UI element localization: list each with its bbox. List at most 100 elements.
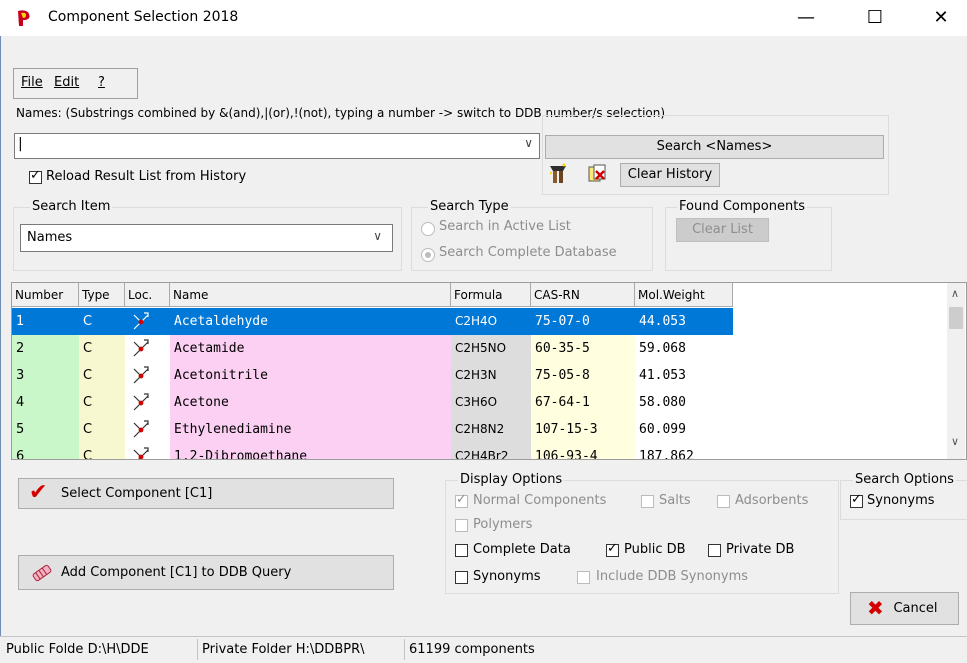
clear-list-button[interactable]: Clear List [676, 218, 769, 242]
magic-wand-icon[interactable] [547, 163, 569, 185]
table-cell-number[interactable]: 1 [12, 308, 79, 335]
private-db-label: Private DB [726, 542, 795, 557]
table-cell-type[interactable]: C [79, 362, 125, 389]
column-header-formula[interactable]: Formula [451, 283, 531, 307]
menu-file[interactable]: File [21, 75, 43, 90]
chevron-down-icon[interactable]: ∨ [524, 136, 533, 150]
table-cell-type[interactable]: C [79, 389, 125, 416]
table-row[interactable]: 1 C Acetaldehyde C2H4O 75-07-0 44.053 [12, 308, 733, 335]
menu-help[interactable]: ? [98, 75, 105, 90]
table-cell-name[interactable]: Acetaldehyde [170, 308, 451, 335]
table-cell-cas[interactable]: 75-05-8 [531, 362, 635, 389]
complete-data-checkbox[interactable] [455, 544, 468, 557]
status-public-folder: Public Folde D:\H\DDE [6, 642, 149, 657]
display-synonyms-checkbox[interactable] [455, 571, 468, 584]
public-db-label: Public DB [624, 542, 686, 557]
public-db-checkbox[interactable]: ✓ [606, 541, 619, 557]
table-cell-formula[interactable]: C2H4Br2 [451, 443, 531, 459]
select-component-button[interactable]: ✔ Select Component [C1] [18, 478, 394, 509]
table-cell-number[interactable]: 4 [12, 389, 79, 416]
clear-history-icon[interactable] [586, 163, 608, 185]
close-button[interactable]: ✕ [918, 0, 964, 36]
table-cell-name[interactable]: 1,2-Dibromoethane [170, 443, 451, 459]
table-cell-mw[interactable]: 44.053 [635, 308, 733, 335]
chevron-up-icon[interactable]: ∧ [951, 287, 959, 300]
table-cell-number[interactable]: 5 [12, 416, 79, 443]
table-cell-name[interactable]: Acetone [170, 389, 451, 416]
search-synonyms-checkbox[interactable]: ✓ [850, 493, 863, 508]
table-cell-cas[interactable]: 67-64-1 [531, 389, 635, 416]
search-item-value: Names [27, 230, 73, 245]
found-components-label: Found Components [677, 199, 808, 214]
reload-history-checkbox[interactable]: ✓ [29, 169, 42, 184]
table-cell-mw[interactable]: 187.862 [635, 443, 733, 459]
table-row[interactable]: 5 C Ethylenediamine C2H8N2 107-15-3 60.099 [12, 416, 733, 443]
column-header-loc[interactable]: Loc. [125, 283, 170, 307]
polymers-checkbox[interactable] [455, 519, 468, 532]
cancel-label: Cancel [893, 601, 938, 616]
radio-search-complete-db[interactable] [421, 248, 435, 262]
search-item-select[interactable]: Names ∨ [20, 224, 393, 252]
table-cell-formula[interactable]: C2H4O [451, 308, 531, 335]
chevron-down-icon[interactable]: ∨ [373, 229, 382, 243]
table-cell-formula[interactable]: C2H5NO [451, 335, 531, 362]
table-cell-formula[interactable]: C3H6O [451, 389, 531, 416]
table-cell-mw[interactable]: 58.080 [635, 389, 733, 416]
private-db-checkbox[interactable] [708, 544, 721, 557]
table-row[interactable]: 3 C Acetonitrile C2H3N 75-05-8 41.053 [12, 362, 733, 389]
vertical-scrollbar[interactable]: ∧ ∨ [947, 283, 965, 459]
adsorbents-checkbox[interactable] [717, 495, 730, 508]
radio-search-active-list[interactable] [421, 222, 435, 236]
add-component-ddb-button[interactable]: Add Component [C1] to DDB Query [18, 555, 394, 590]
table-cell-cas[interactable]: 106-93-4 [531, 443, 635, 459]
table-cell-name[interactable]: Acetonitrile [170, 362, 451, 389]
location-icon [125, 308, 170, 335]
names-input[interactable]: | ∨ [14, 133, 540, 159]
column-header-cas[interactable]: CAS-RN [531, 283, 635, 307]
table-cell-type[interactable]: C [79, 308, 125, 335]
salts-label: Salts [659, 493, 691, 508]
table-cell-number[interactable]: 2 [12, 335, 79, 362]
column-header-type[interactable]: Type [79, 283, 125, 307]
cancel-button[interactable]: ✖ Cancel [850, 592, 959, 625]
table-cell-cas[interactable]: 107-15-3 [531, 416, 635, 443]
scrollbar-thumb[interactable] [949, 307, 963, 329]
menu-edit[interactable]: Edit [54, 75, 79, 90]
table-cell-mw[interactable]: 41.053 [635, 362, 733, 389]
salts-checkbox[interactable] [641, 495, 654, 508]
include-ddb-synonyms-checkbox[interactable] [577, 571, 590, 584]
maximize-button[interactable]: ☐ [852, 0, 898, 36]
table-cell-name[interactable]: Acetamide [170, 335, 451, 362]
table-cell-name[interactable]: Ethylenediamine [170, 416, 451, 443]
chevron-down-icon[interactable]: ∨ [951, 435, 959, 448]
table-cell-cas[interactable]: 60-35-5 [531, 335, 635, 362]
column-header-mw[interactable]: Mol.Weight [635, 283, 733, 307]
table-cell-type[interactable]: C [79, 335, 125, 362]
column-header-name[interactable]: Name [170, 283, 451, 307]
table-row[interactable]: 2 C Acetamide C2H5NO 60-35-5 59.068 [12, 335, 733, 362]
table-row[interactable]: 6 C 1,2-Dibromoethane C2H4Br2 106-93-4 187.86… [12, 443, 733, 459]
table-cell-formula[interactable]: C2H8N2 [451, 416, 531, 443]
table-cell-cas[interactable]: 75-07-0 [531, 308, 635, 335]
table-cell-type[interactable]: C [79, 416, 125, 443]
status-components-count: 61199 components [409, 642, 535, 657]
table-cell-type[interactable]: C [79, 443, 125, 459]
minimize-button[interactable]: — [783, 0, 829, 36]
table-row[interactable]: 4 C Acetone C3H6O 67-64-1 58.080 [12, 389, 733, 416]
add-component-label: Add Component [C1] to DDB Query [61, 565, 292, 580]
search-complete-db-label: Search Complete Database [439, 245, 617, 260]
clear-history-button[interactable]: Clear History [620, 163, 720, 187]
table-cell-mw[interactable]: 60.099 [635, 416, 733, 443]
table-cell-number[interactable]: 3 [12, 362, 79, 389]
checkmark-icon: ✔ [29, 480, 48, 505]
window-title: Component Selection 2018 [48, 9, 239, 25]
normal-components-checkbox[interactable]: ✓ [455, 493, 468, 508]
checkmark-icon: ✓ [607, 541, 618, 556]
table-cell-formula[interactable]: C2H3N [451, 362, 531, 389]
select-component-label: Select Component [C1] [61, 486, 213, 501]
column-header-number[interactable]: Number [12, 283, 79, 307]
table-cell-mw[interactable]: 59.068 [635, 335, 733, 362]
search-names-button[interactable]: Search <Names> [545, 135, 884, 159]
table-cell-number[interactable]: 6 [12, 443, 79, 459]
search-item-label: Search Item [30, 199, 113, 214]
